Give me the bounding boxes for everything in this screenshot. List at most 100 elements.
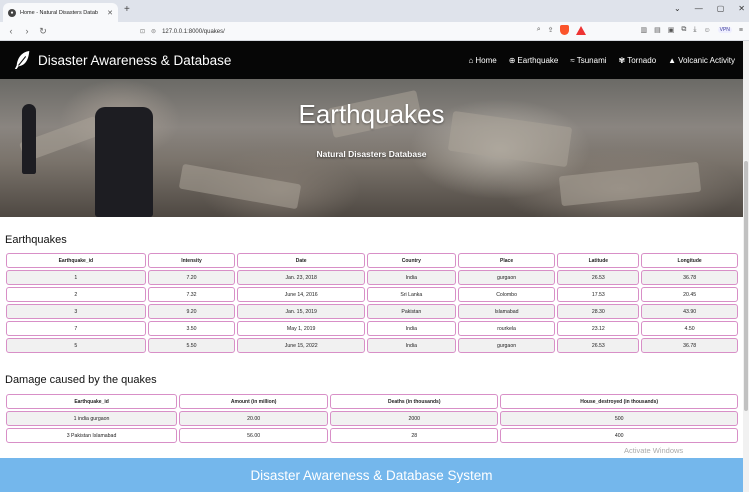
column-header: Earthquake_id — [6, 253, 146, 268]
site-brand[interactable]: Disaster Awareness & Database — [38, 53, 231, 68]
back-icon[interactable]: ‹ — [6, 26, 16, 36]
table-cell: 26.53 — [557, 338, 640, 353]
table-cell: 3 — [6, 304, 146, 319]
favicon-icon: ● — [8, 8, 16, 17]
browser-tab[interactable]: ● Home - Natural Disasters Datab ✕ — [3, 3, 118, 22]
browser-toolbar: ‹ › ↻ ⊡ ⊜ 127.0.0.1:8000/quakes/ ⌕ ⇪ ▥ ▤… — [0, 22, 749, 41]
nav-home-label: Home — [475, 55, 497, 65]
hero-banner: Earthquakes Natural Disasters Database — [0, 79, 743, 217]
table-cell: June 14, 2016 — [237, 287, 365, 302]
nav-tsunami[interactable]: ≈ Tsunami — [570, 56, 606, 65]
share-icon[interactable]: ⇪ — [548, 26, 554, 34]
table-cell: 3 Pakistan Islamabad — [6, 428, 178, 443]
footer-text: Disaster Awareness & Database System — [250, 467, 493, 483]
nav-links: ⌂ Home ⊕ Earthquake ≈ Tsunami ✾ Tornado … — [469, 41, 735, 79]
nav-earthquake-label: Earthquake — [517, 55, 559, 65]
home-icon: ⌂ — [468, 55, 474, 65]
tab-list-icon[interactable]: ⌄ — [674, 4, 681, 13]
reload-icon[interactable]: ↻ — [38, 26, 48, 37]
brave-shield-icon[interactable] — [560, 25, 570, 35]
profile-icon[interactable]: ☺ — [703, 27, 710, 34]
damage-table: Earthquake_id Amount (in million) Deaths… — [4, 392, 740, 445]
table-cell: 400 — [500, 428, 738, 443]
table-cell: India — [366, 270, 456, 285]
tab-title: Home - Natural Disasters Datab — [20, 9, 98, 16]
nav-volcanic[interactable]: ▲ Volcanic Activity — [668, 56, 735, 65]
download-icon[interactable]: ⤓ — [693, 26, 696, 34]
table-cell: India — [366, 321, 456, 336]
menu-icon[interactable]: ≡ — [739, 27, 743, 34]
sidebar-icon[interactable]: ▥ — [640, 26, 647, 34]
window-close-icon[interactable]: ✕ — [738, 4, 745, 13]
site-info-icon[interactable]: ⊜ — [151, 28, 156, 35]
earthquakes-table: Earthquake_id Intensity Date Country Pla… — [4, 251, 740, 355]
table-row: 5 5.50 June 15, 2022 India gurgaon 26.53… — [6, 338, 738, 353]
nav-earthquake[interactable]: ⊕ Earthquake — [509, 56, 559, 65]
nav-volcanic-label: Volcanic Activity — [678, 55, 735, 65]
zoom-icon[interactable]: ⌕ — [537, 26, 541, 34]
forward-icon[interactable]: › — [22, 26, 32, 36]
table-cell: 7.20 — [147, 270, 236, 285]
url-text: 127.0.0.1:8000/quakes/ — [162, 28, 225, 35]
table-cell: 7 — [6, 321, 146, 336]
table-cell: 1 india gurgaon — [6, 411, 178, 426]
table-cell: 5.50 — [147, 338, 236, 353]
toolbar-actions: ⌕ ⇪ ▥ ▤ ▣ ⧉ ⤓ ☺ VPN ≡ — [537, 25, 743, 35]
column-header: Intensity — [147, 253, 236, 268]
column-header: Latitude — [557, 253, 640, 268]
extension-icon[interactable]: ⧉ — [681, 26, 686, 34]
scrollbar-thumb[interactable] — [744, 161, 748, 411]
page-scrollbar[interactable] — [743, 41, 749, 492]
table-cell: rourkela — [457, 321, 556, 336]
new-tab-icon[interactable]: + — [124, 4, 130, 15]
table-cell: 5 — [6, 338, 146, 353]
vpn-button[interactable]: VPN — [717, 27, 732, 33]
minimize-icon[interactable]: — — [695, 4, 703, 13]
earthquakes-heading: Earthquakes — [5, 234, 67, 246]
table-cell: 3.50 — [147, 321, 236, 336]
table-cell: 43.90 — [641, 304, 738, 319]
table-cell: 20.00 — [179, 411, 329, 426]
table-cell: gurgaon — [457, 270, 556, 285]
hero-title: Earthquakes — [298, 99, 445, 129]
column-header: Earthquake_id — [6, 394, 178, 409]
table-cell: 23.12 — [557, 321, 640, 336]
column-header: Country — [366, 253, 456, 268]
table-cell: Colombo — [457, 287, 556, 302]
table-cell: 2000 — [330, 411, 499, 426]
nav-home[interactable]: ⌂ Home — [469, 56, 497, 65]
table-header-row: Earthquake_id Amount (in million) Deaths… — [6, 394, 738, 409]
browser-tab-bar: ● Home - Natural Disasters Datab ✕ + ⌄ —… — [0, 0, 749, 22]
table-row: 3 Pakistan Islamabad 56.00 28 400 — [6, 428, 738, 443]
table-cell: 20.45 — [641, 287, 738, 302]
reader-icon[interactable]: ▤ — [654, 26, 661, 34]
table-row: 3 9.20 Jan. 15, 2019 Pakistan Islamabad … — [6, 304, 738, 319]
nav-tornado[interactable]: ✾ Tornado — [619, 56, 657, 65]
table-cell: Pakistan — [366, 304, 456, 319]
table-cell: 500 — [500, 411, 738, 426]
table-cell: 28.30 — [557, 304, 640, 319]
table-cell: 56.00 — [179, 428, 329, 443]
site-footer: Disaster Awareness & Database System — [0, 458, 743, 492]
table-cell: 28 — [330, 428, 499, 443]
maximize-icon[interactable]: ▢ — [717, 4, 725, 13]
brave-rewards-icon[interactable] — [576, 25, 587, 35]
wallet-icon[interactable]: ▣ — [668, 26, 675, 34]
table-cell: 4.50 — [641, 321, 738, 336]
wave-icon: ≈ — [570, 55, 575, 65]
tornado-icon: ✾ — [618, 55, 626, 65]
table-row: 2 7.32 June 14, 2016 Sri Lanka Colombo 1… — [6, 287, 738, 302]
window-controls: ⌄ — ▢ ✕ — [674, 4, 745, 13]
feather-logo-icon[interactable] — [14, 50, 32, 70]
bookmark-icon[interactable]: ⊡ — [140, 28, 145, 35]
table-cell: Jan. 23, 2018 — [237, 270, 365, 285]
damage-heading: Damage caused by the quakes — [5, 374, 157, 386]
table-row: 1 7.20 Jan. 23, 2018 India gurgaon 26.53… — [6, 270, 738, 285]
table-cell: May 1, 2019 — [237, 321, 365, 336]
close-tab-icon[interactable]: ✕ — [107, 9, 113, 17]
address-bar[interactable]: ⊡ ⊜ 127.0.0.1:8000/quakes/ — [140, 25, 560, 38]
hero-subtitle: Natural Disasters Database — [316, 149, 427, 159]
column-header: Date — [237, 253, 365, 268]
table-cell: gurgaon — [457, 338, 556, 353]
table-cell: Jan. 15, 2019 — [237, 304, 365, 319]
